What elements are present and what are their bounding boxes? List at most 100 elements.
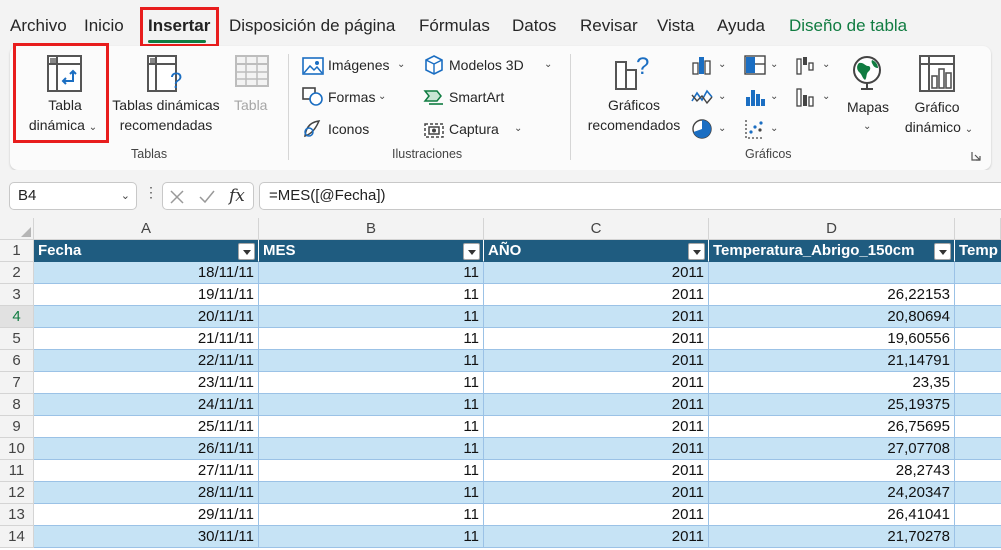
table-cell[interactable]: 19/11/11 [34, 284, 259, 306]
enter-check-icon[interactable] [198, 189, 216, 205]
filter-dropdown-icon[interactable] [238, 243, 255, 260]
dialog-launcher-icon[interactable] [971, 151, 981, 161]
table-cell[interactable]: 11 [259, 460, 484, 482]
table-cell[interactable]: 2011 [484, 526, 709, 548]
table-cell[interactable]: 23,35 [709, 372, 955, 394]
table-cell[interactable]: 24/11/11 [34, 394, 259, 416]
tab-formulas[interactable]: Fórmulas [419, 16, 490, 36]
table-cell[interactable]: 11 [259, 394, 484, 416]
table-cell[interactable]: 2011 [484, 504, 709, 526]
table-cell[interactable]: 22/11/11 [34, 350, 259, 372]
table-cell[interactable]: 26/11/11 [34, 438, 259, 460]
insert-function-icon[interactable]: fx [229, 186, 245, 206]
row-header[interactable]: 10 [0, 438, 34, 460]
tab-diseno-de-tabla[interactable]: Diseño de tabla [789, 16, 907, 36]
table-cell[interactable]: 11 [259, 328, 484, 350]
chevron-down-icon[interactable]: ⌄ [121, 183, 130, 209]
table-cell[interactable]: 2011 [484, 328, 709, 350]
table-cell[interactable]: 2011 [484, 372, 709, 394]
table-cell[interactable]: 21/11/11 [34, 328, 259, 350]
table-cell[interactable]: 21,14791 [709, 350, 955, 372]
table-cell[interactable] [955, 262, 1001, 284]
row-header[interactable]: 9 [0, 416, 34, 438]
table-cell[interactable]: 26,41041 [709, 504, 955, 526]
filter-dropdown-icon[interactable] [688, 243, 705, 260]
table-cell[interactable]: 2011 [484, 306, 709, 328]
table-header-cell[interactable]: Temp [955, 240, 1001, 262]
table-cell[interactable]: 30/11/11 [34, 526, 259, 548]
table-cell[interactable]: 11 [259, 438, 484, 460]
table-cell[interactable]: 27,07708 [709, 438, 955, 460]
select-all-corner[interactable] [0, 218, 34, 240]
table-cell[interactable]: 29/11/11 [34, 504, 259, 526]
tab-disposicion-de-pagina[interactable]: Disposición de página [229, 16, 395, 36]
table-cell[interactable]: 27/11/11 [34, 460, 259, 482]
table-cell[interactable]: 19,60556 [709, 328, 955, 350]
table-cell[interactable] [955, 482, 1001, 504]
table-cell[interactable]: 25/11/11 [34, 416, 259, 438]
table-cell[interactable]: 11 [259, 526, 484, 548]
row-header[interactable]: 2 [0, 262, 34, 284]
table-cell[interactable]: 11 [259, 372, 484, 394]
table-cell[interactable]: 2011 [484, 416, 709, 438]
row-header[interactable]: 11 [0, 460, 34, 482]
table-cell[interactable]: 2011 [484, 482, 709, 504]
table-cell[interactable]: 24,20347 [709, 482, 955, 504]
table-cell[interactable] [955, 504, 1001, 526]
row-header[interactable]: 7 [0, 372, 34, 394]
row-header[interactable]: 8 [0, 394, 34, 416]
row-header[interactable]: 12 [0, 482, 34, 504]
table-cell[interactable]: 21,70278 [709, 526, 955, 548]
table-cell[interactable]: 11 [259, 262, 484, 284]
table-cell[interactable] [955, 328, 1001, 350]
column-header-b[interactable]: B [259, 218, 484, 240]
row-header[interactable]: 14 [0, 526, 34, 548]
table-cell[interactable]: 20,80694 [709, 306, 955, 328]
column-header-e[interactable] [955, 218, 1001, 240]
table-cell[interactable]: 2011 [484, 438, 709, 460]
table-header-cell[interactable]: Temperatura_Abrigo_150cm [709, 240, 955, 262]
table-cell[interactable]: 28,2743 [709, 460, 955, 482]
column-header-d[interactable]: D [709, 218, 955, 240]
formula-input[interactable]: =MES([@Fecha]) [259, 182, 1001, 210]
table-cell[interactable]: 2011 [484, 284, 709, 306]
table-cell[interactable]: 26,22153 [709, 284, 955, 306]
tab-revisar[interactable]: Revisar [580, 16, 638, 36]
table-header-cell[interactable]: Fecha [34, 240, 259, 262]
table-cell[interactable] [955, 372, 1001, 394]
table-cell[interactable] [955, 284, 1001, 306]
table-cell[interactable]: 20/11/11 [34, 306, 259, 328]
table-cell[interactable]: 28/11/11 [34, 482, 259, 504]
table-cell[interactable]: 2011 [484, 394, 709, 416]
table-cell[interactable]: 18/11/11 [34, 262, 259, 284]
table-cell[interactable]: 23/11/11 [34, 372, 259, 394]
row-header[interactable]: 13 [0, 504, 34, 526]
table-cell[interactable]: 11 [259, 350, 484, 372]
tab-inicio[interactable]: Inicio [84, 16, 124, 36]
table-cell[interactable] [955, 350, 1001, 372]
table-cell[interactable]: 2011 [484, 350, 709, 372]
table-cell[interactable] [955, 438, 1001, 460]
name-box[interactable]: B4 ⌄ [9, 182, 137, 210]
column-header-a[interactable]: A [34, 218, 259, 240]
table-cell[interactable] [955, 416, 1001, 438]
table-cell[interactable] [955, 394, 1001, 416]
tab-ayuda[interactable]: Ayuda [717, 16, 765, 36]
table-cell[interactable]: 11 [259, 482, 484, 504]
table-cell[interactable] [955, 306, 1001, 328]
table-cell[interactable] [955, 526, 1001, 548]
table-cell[interactable]: 2011 [484, 262, 709, 284]
tab-vista[interactable]: Vista [657, 16, 695, 36]
table-header-cell[interactable]: AÑO [484, 240, 709, 262]
table-cell[interactable]: 26,75695 [709, 416, 955, 438]
row-header[interactable]: 1 [0, 240, 34, 262]
cancel-icon[interactable] [169, 189, 185, 205]
table-cell[interactable]: 11 [259, 504, 484, 526]
table-cell[interactable] [709, 262, 955, 284]
table-cell[interactable]: 2011 [484, 460, 709, 482]
row-header[interactable]: 6 [0, 350, 34, 372]
table-header-cell[interactable]: MES [259, 240, 484, 262]
table-cell[interactable]: 11 [259, 416, 484, 438]
row-header[interactable]: 3 [0, 284, 34, 306]
table-cell[interactable]: 11 [259, 306, 484, 328]
